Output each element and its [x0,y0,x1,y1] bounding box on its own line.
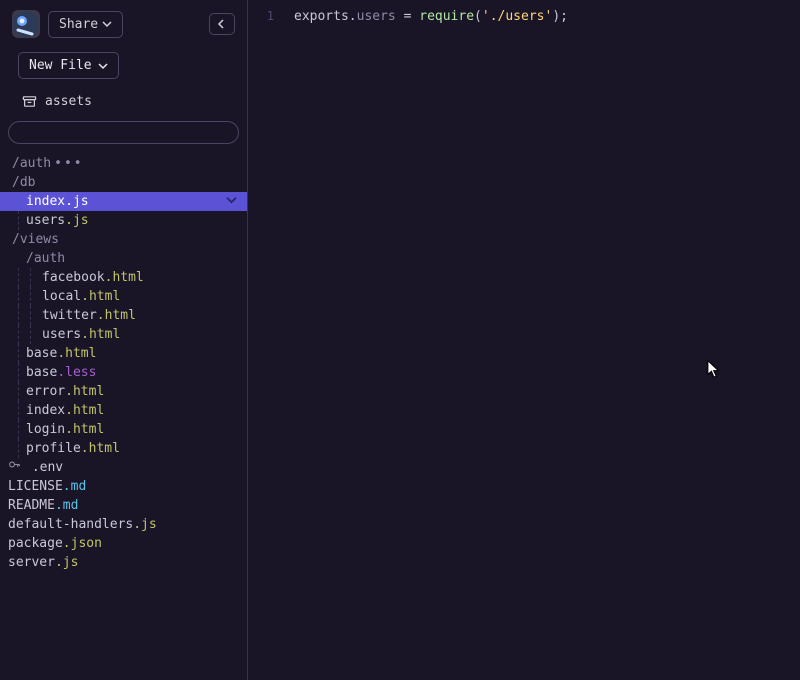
file-license[interactable]: LICENSE.md [0,477,247,496]
sidebar: Share New File assets /auth••• [0,0,248,680]
mouse-cursor-icon [707,360,719,378]
key-icon [8,458,22,477]
dir-views-auth[interactable]: /auth [0,249,247,268]
app-logo[interactable] [12,10,40,38]
file-views-base-html[interactable]: base.html [0,344,247,363]
file-env[interactable]: .env [0,458,247,477]
file-views-profile[interactable]: profile.html [0,439,247,458]
file-views-auth-facebook[interactable]: facebook.html [0,268,247,287]
new-file-label: New File [29,58,92,73]
file-views-login[interactable]: login.html [0,420,247,439]
file-views-index[interactable]: index.html [0,401,247,420]
dir-db[interactable]: /db [0,173,247,192]
file-views-base-less[interactable]: base.less [0,363,247,382]
file-db-index[interactable]: index.js [0,192,247,211]
assets-label: assets [45,94,92,109]
archive-icon [22,94,37,109]
dir-views[interactable]: /views [0,230,247,249]
dir-collapsed-icon: ••• [54,156,83,171]
panel-toggle-button[interactable] [209,13,235,35]
file-views-auth-twitter[interactable]: twitter.html [0,306,247,325]
code-line-1: exports.users = require('./users'); [294,9,568,24]
file-package[interactable]: package.json [0,534,247,553]
gutter: 1 [248,0,282,23]
chevron-down-icon [98,61,108,71]
chevron-down-icon [102,19,112,29]
file-views-auth-local[interactable]: local.html [0,287,247,306]
assets-button[interactable]: assets [0,87,247,117]
chevron-left-icon [217,19,227,29]
file-views-auth-users[interactable]: users.html [0,325,247,344]
file-server[interactable]: server.js [0,553,247,572]
file-tree: /auth••• /db index.js users.js /views /a… [0,148,247,680]
dir-auth[interactable]: /auth••• [0,154,247,173]
line-number: 1 [248,9,274,23]
file-views-error[interactable]: error.html [0,382,247,401]
file-readme[interactable]: README.md [0,496,247,515]
share-label: Share [59,17,98,32]
search-input[interactable] [8,121,239,144]
file-db-users[interactable]: users.js [0,211,247,230]
code-editor[interactable]: 1 exports.users = require('./users'); [248,0,800,680]
topbar: Share [0,0,247,48]
share-button[interactable]: Share [48,11,123,38]
file-default-handlers[interactable]: default-handlers.js [0,515,247,534]
chevron-down-icon [226,192,237,211]
new-file-button[interactable]: New File [18,52,119,79]
